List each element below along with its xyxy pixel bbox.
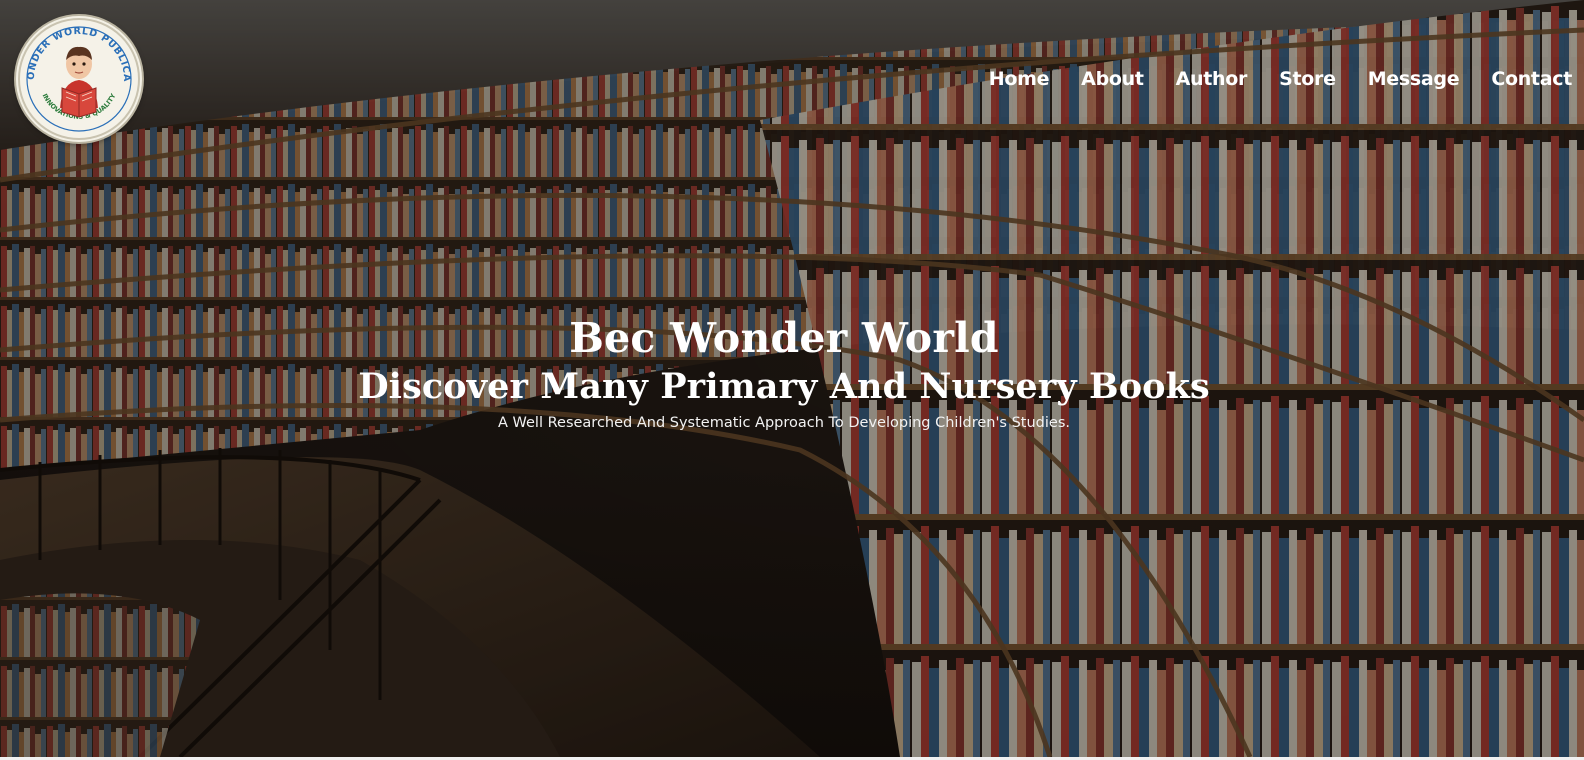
main-nav: Home About Author Store Message Contact — [989, 66, 1573, 92]
hero-subtitle: Discover Many Primary And Nursery Books — [358, 366, 1210, 407]
nav-link-contact[interactable]: Contact — [1459, 66, 1572, 92]
nav-link-about[interactable]: About — [1049, 66, 1144, 92]
hero-text-block: Bec Wonder World Discover Many Primary A… — [0, 312, 1568, 434]
nav-link-author[interactable]: Author — [1144, 66, 1248, 92]
hero-tagline: A Well Researched And Systematic Approac… — [498, 415, 1070, 431]
boy-reading-book-logo-icon: BEC WONDER WORLD PUBLICATIONS INNOVATION… — [16, 16, 140, 140]
nav-link-store[interactable]: Store — [1247, 66, 1336, 92]
hero-section: BEC WONDER WORLD PUBLICATIONS INNOVATION… — [0, 0, 1584, 757]
nav-link-home[interactable]: Home — [989, 66, 1050, 92]
nav-link-message[interactable]: Message — [1336, 66, 1460, 92]
site-logo[interactable]: BEC WONDER WORLD PUBLICATIONS INNOVATION… — [16, 16, 142, 142]
hero-title: Bec Wonder World — [569, 314, 999, 362]
